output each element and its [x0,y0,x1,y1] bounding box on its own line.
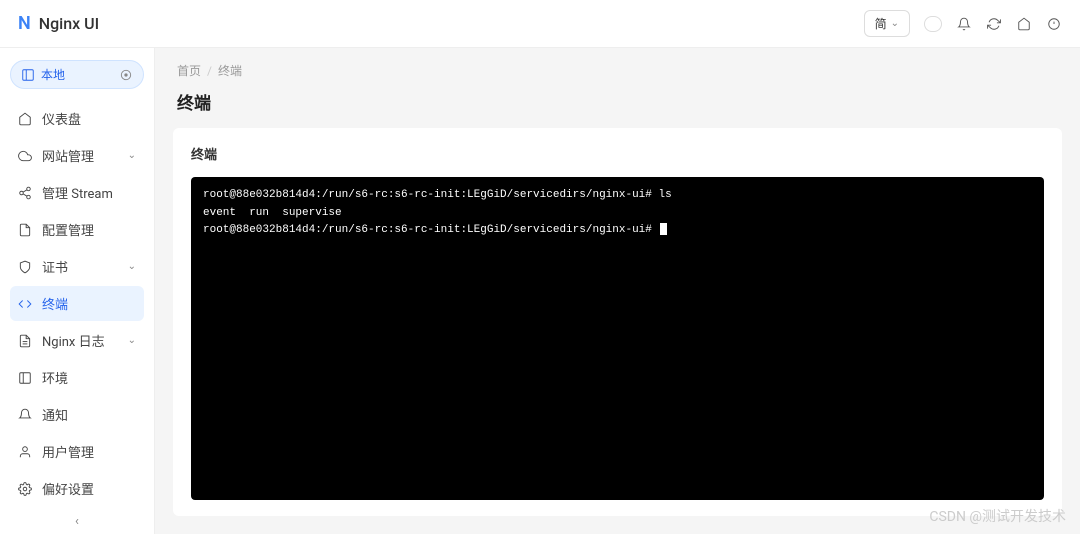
card-title: 终端 [191,144,1044,163]
chevron-down-icon: ⌄ [891,18,899,29]
aim-icon [119,68,133,82]
logout-icon [1047,17,1061,31]
file-text-icon [18,334,32,348]
sidebar-item-config[interactable]: 配置管理 [10,212,144,247]
sidebar-item-stream[interactable]: 管理 Stream [10,175,144,210]
columns-icon [18,371,32,385]
env-label: 本地 [41,66,65,83]
sidebar-item-sites[interactable]: 网站管理 ⌄ [10,138,144,173]
header-actions: 简 ⌄ [864,10,1062,37]
language-label: 简 [875,15,887,32]
main-content: 首页 / 终端 终端 终端 root@88e032b814d4:/run/s6-… [155,48,1080,534]
breadcrumb-current: 终端 [218,62,242,79]
breadcrumb-home[interactable]: 首页 [177,62,201,79]
file-icon [18,223,32,237]
bell-icon [957,17,971,31]
columns-icon [21,68,35,82]
home-icon [1017,17,1031,31]
sidebar-item-label: 管理 Stream [42,183,113,202]
sidebar-item-users[interactable]: 用户管理 [10,434,144,469]
shield-icon [18,260,32,274]
cloud-icon [18,149,32,163]
home-button[interactable] [1016,16,1032,32]
sidebar-item-label: 偏好设置 [42,479,94,498]
terminal-output[interactable]: root@88e032b814d4:/run/s6-rc:s6-rc-init:… [191,177,1044,500]
app-name: Nginx UI [39,14,99,33]
sidebar-item-label: 网站管理 [42,146,94,165]
chevron-down-icon: ⌄ [128,150,136,161]
sidebar-nav: 仪表盘 网站管理 ⌄ 管理 Stream 配置管理 证书 ⌄ 终端 [10,101,144,506]
sidebar-item-preferences[interactable]: 偏好设置 [10,471,144,506]
refresh-button[interactable] [986,16,1002,32]
chevron-down-icon: ⌄ [128,335,136,346]
sidebar-item-logs[interactable]: Nginx 日志 ⌄ [10,323,144,358]
terminal-card: 终端 root@88e032b814d4:/run/s6-rc:s6-rc-in… [173,128,1062,516]
environment-selector[interactable]: 本地 [10,60,144,89]
sidebar-item-cert[interactable]: 证书 ⌄ [10,249,144,284]
sidebar-item-terminal[interactable]: 终端 [10,286,144,321]
home-icon [18,112,32,126]
chevron-down-icon: ⌄ [128,261,136,272]
breadcrumb-separator: / [207,64,212,78]
sidebar-item-label: 终端 [42,294,68,313]
app-logo: N Nginx UI [18,13,99,34]
bell-icon [18,408,32,422]
code-icon [18,297,32,311]
sidebar-item-dashboard[interactable]: 仪表盘 [10,101,144,136]
sidebar-item-label: 仪表盘 [42,109,81,128]
page-title: 终端 [155,85,1080,128]
sidebar-item-label: 证书 [42,257,68,276]
settings-icon [18,482,32,496]
notifications-button[interactable] [956,16,972,32]
share-icon [18,186,32,200]
sidebar-item-label: 用户管理 [42,442,94,461]
sidebar-item-label: 通知 [42,405,68,424]
sidebar-item-label: 配置管理 [42,220,94,239]
user-icon [18,445,32,459]
logout-button[interactable] [1046,16,1062,32]
sidebar-collapse-button[interactable]: ‹ [10,506,144,534]
refresh-icon [987,17,1001,31]
sidebar-item-label: 环境 [42,368,68,387]
chevron-left-icon: ‹ [75,514,79,529]
breadcrumb: 首页 / 终端 [155,48,1080,85]
sidebar-item-environment[interactable]: 环境 [10,360,144,395]
logo-mark: N [18,13,31,34]
app-header: N Nginx UI 简 ⌄ [0,0,1080,48]
language-selector[interactable]: 简 ⌄ [864,10,910,37]
sidebar-item-notifications[interactable]: 通知 [10,397,144,432]
sidebar: 本地 仪表盘 网站管理 ⌄ 管理 Stream 配置管理 [0,48,155,534]
theme-toggle-button[interactable] [924,16,942,32]
sidebar-item-label: Nginx 日志 [42,331,105,350]
